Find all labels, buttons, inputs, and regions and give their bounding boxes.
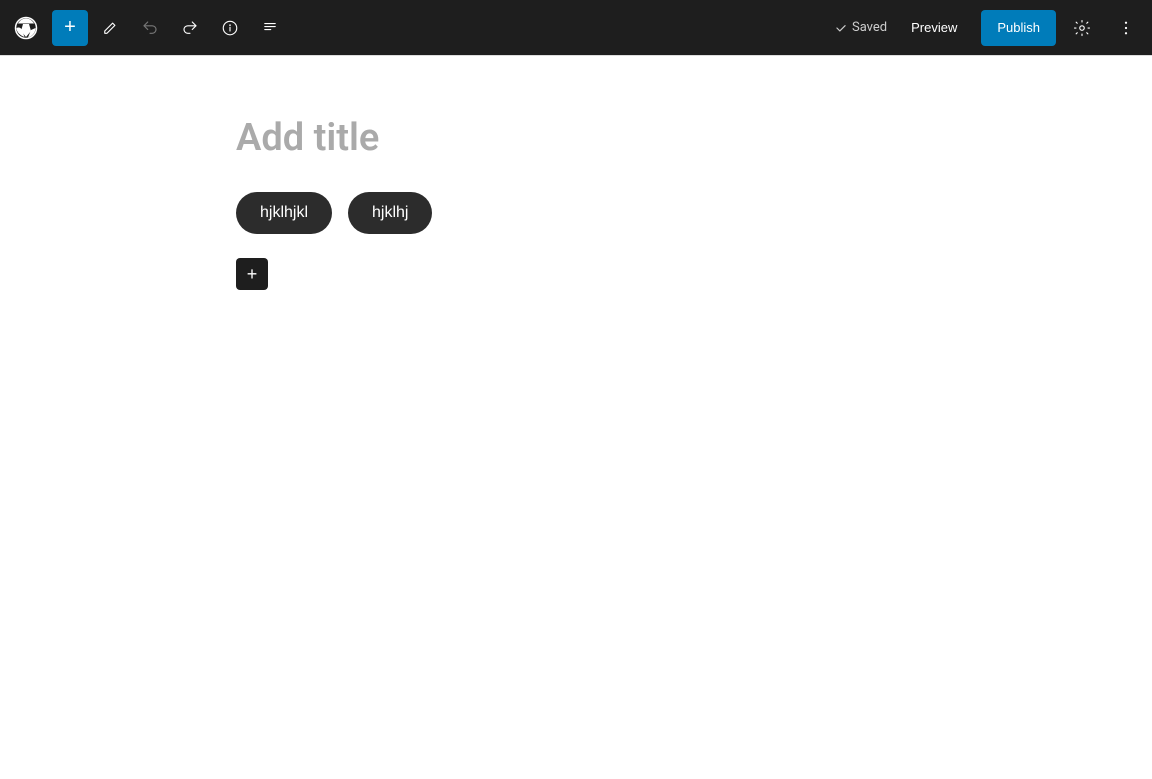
tags-container: hjklhjkl hjklhj bbox=[236, 192, 916, 234]
list-view-button[interactable] bbox=[252, 10, 288, 46]
editor-canvas: Add title hjklhjkl hjklhj + bbox=[0, 56, 1152, 779]
toolbar: + Saved bbox=[0, 0, 1152, 56]
post-title-placeholder[interactable]: Add title bbox=[236, 116, 916, 160]
add-block-button[interactable]: + bbox=[52, 10, 88, 46]
saved-status: Saved bbox=[834, 20, 887, 35]
preview-button[interactable]: Preview bbox=[895, 10, 973, 46]
info-button[interactable] bbox=[212, 10, 248, 46]
wordpress-logo[interactable] bbox=[8, 10, 44, 46]
settings-button[interactable] bbox=[1064, 10, 1100, 46]
undo-button[interactable] bbox=[132, 10, 168, 46]
editor-content: Add title hjklhjkl hjklhj + bbox=[236, 116, 916, 779]
edit-tool-button[interactable] bbox=[92, 10, 128, 46]
add-block-inline-button[interactable]: + bbox=[236, 258, 268, 290]
tag-pill-2[interactable]: hjklhj bbox=[348, 192, 432, 234]
more-options-button[interactable] bbox=[1108, 10, 1144, 46]
tag-pill-1[interactable]: hjklhjkl bbox=[236, 192, 332, 234]
redo-button[interactable] bbox=[172, 10, 208, 46]
publish-button[interactable]: Publish bbox=[981, 10, 1056, 46]
